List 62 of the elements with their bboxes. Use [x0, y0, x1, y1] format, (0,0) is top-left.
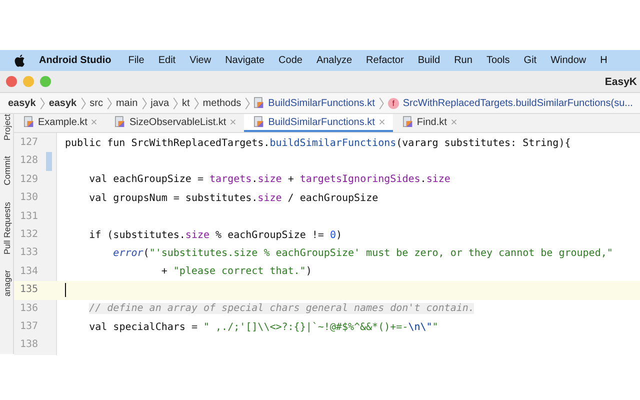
- menu-item[interactable]: File: [128, 55, 144, 66]
- chevron-icon: [106, 96, 112, 110]
- menu-item[interactable]: Edit: [158, 55, 176, 66]
- tool-window-tab[interactable]: Commit: [2, 156, 12, 186]
- apple-logo-icon[interactable]: [14, 54, 25, 67]
- kotlin-file-icon: [24, 116, 34, 128]
- breadcrumb-item[interactable]: easyk: [8, 98, 36, 108]
- close-icon[interactable]: [91, 119, 98, 125]
- kotlin-file-icon: [115, 116, 126, 128]
- code-line: public fun SrcWithReplacedTargets.buildSimilarFunctions(vararg substitutes: String){: [65, 138, 571, 149]
- menu-item[interactable]: Refactor: [366, 55, 404, 66]
- editor-tab[interactable]: Find.kt: [392, 114, 465, 132]
- code-line: val groupsNum = substitutes.size / eachGroupSize: [88, 192, 378, 204]
- chevron-icon: [194, 96, 199, 110]
- code-line: if (substitutes.size % eachGroupSize != 0): [88, 230, 342, 241]
- menu-item[interactable]: Analyze: [316, 55, 352, 66]
- text-caret: [65, 283, 66, 298]
- kotlin-file-icon: [402, 116, 413, 128]
- breadcrumb-item[interactable]: src: [90, 98, 103, 108]
- code-line: + "please correct that."): [160, 266, 312, 278]
- breadcrumb-item[interactable]: main: [116, 98, 138, 108]
- menu-item[interactable]: Window: [550, 55, 586, 66]
- chevron-icon: [378, 96, 384, 110]
- menu-item[interactable]: Run: [454, 55, 472, 66]
- menu-item[interactable]: Build: [418, 55, 440, 66]
- window-title: EasyK: [604, 76, 637, 88]
- close-icon[interactable]: [230, 119, 236, 125]
- function-icon: f: [388, 98, 399, 108]
- menu-item[interactable]: Git: [524, 55, 537, 66]
- kotlin-file-icon: [254, 116, 264, 128]
- menu-item[interactable]: Navigate: [225, 55, 265, 66]
- menu-item[interactable]: View: [190, 55, 212, 66]
- kotlin-file-icon: [254, 97, 264, 109]
- tool-window-tab[interactable]: Pull Requests: [2, 202, 12, 254]
- minimize-window-button[interactable]: [23, 76, 34, 87]
- editor-tab[interactable]: SizeObservableList.kt: [105, 114, 244, 132]
- app-name-menu[interactable]: Android Studio: [39, 55, 112, 66]
- code-line: val eachGroupSize = targets.size + targetsIgnoringSides.size: [88, 174, 450, 186]
- zoom-window-button[interactable]: [40, 76, 51, 87]
- breadcrumb-item[interactable]: easyk: [48, 98, 77, 108]
- chevron-icon: [80, 96, 86, 110]
- breadcrumb-item[interactable]: java: [150, 98, 170, 108]
- tool-window-tab[interactable]: anager: [2, 270, 12, 297]
- chevron-icon: [173, 96, 178, 110]
- breadcrumb-item[interactable]: SrcWithReplacedTargets.buildSimilarFunctions(su...: [402, 98, 633, 108]
- chevron-icon: [245, 96, 250, 110]
- menu-item[interactable]: Code: [278, 55, 302, 66]
- menu-item[interactable]: H: [600, 55, 608, 66]
- close-icon[interactable]: [450, 119, 457, 125]
- breadcrumb-item[interactable]: methods: [202, 98, 242, 108]
- chevron-icon: [40, 96, 45, 110]
- close-window-button[interactable]: [6, 76, 17, 87]
- code-line: val specialChars = " ,./;'[]\\<>?:{}|`~!@#$%^&&*()+=-\n\"": [88, 322, 438, 333]
- editor-tab[interactable]: Example.kt: [14, 114, 106, 132]
- breadcrumb-item[interactable]: kt: [182, 98, 190, 108]
- menu-item[interactable]: Tools: [486, 55, 510, 66]
- editor-tab[interactable]: BuildSimilarFunctions.kt: [244, 114, 393, 132]
- tool-window-tab[interactable]: Project: [2, 114, 12, 140]
- chevron-icon: [142, 96, 147, 110]
- breadcrumb-item[interactable]: BuildSimilarFunctions.kt: [268, 98, 375, 108]
- close-icon[interactable]: [378, 119, 385, 125]
- code-line: error("'substitutes.size % eachGroupSize' must be zero, or they cannot be grouped,": [112, 248, 613, 260]
